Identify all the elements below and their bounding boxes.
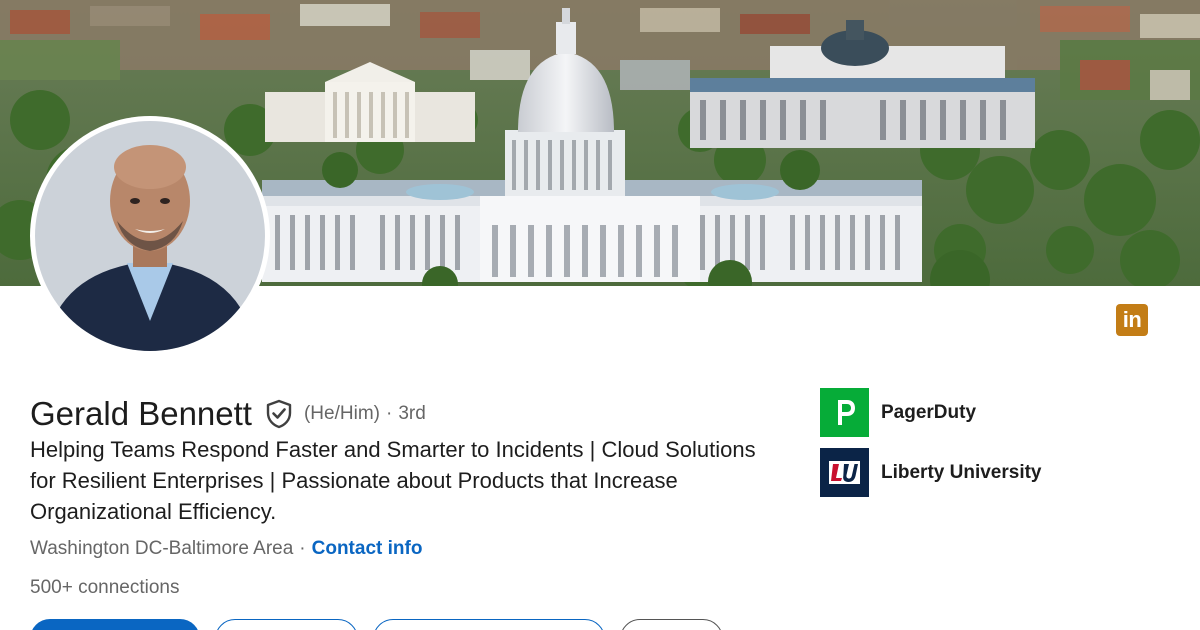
primary-action-button[interactable]	[30, 619, 200, 630]
experience-label: Liberty University	[881, 461, 1042, 483]
degree-separator: ·	[385, 403, 393, 424]
profile-name-row: Gerald Bennett (He/Him) · 3rd	[30, 392, 426, 436]
tertiary-action-button[interactable]	[373, 619, 605, 630]
verified-shield-icon[interactable]	[264, 398, 294, 430]
secondary-action-button[interactable]	[215, 619, 358, 630]
experience-item-pagerduty[interactable]: PagerDuty	[820, 388, 976, 437]
profile-photo[interactable]	[30, 116, 270, 356]
pronouns: (He/Him)	[303, 403, 380, 424]
location-separator: ·	[299, 538, 306, 559]
liberty-university-logo	[820, 448, 869, 497]
connections-count[interactable]: 500+ connections	[30, 577, 179, 599]
profile-headline: Helping Teams Respond Faster and Smarter…	[30, 437, 756, 524]
connection-degree: 3rd	[398, 403, 426, 424]
contact-info-link[interactable]: Contact info	[312, 538, 423, 559]
more-button[interactable]	[620, 619, 723, 630]
pagerduty-logo	[820, 388, 869, 437]
experience-item-liberty-university[interactable]: Liberty University	[820, 448, 1042, 497]
experience-label: PagerDuty	[881, 401, 977, 423]
profile-name: Gerald Bennett	[30, 395, 252, 432]
location-row: Washington DC-Baltimore Area · Contact inf…	[30, 538, 422, 560]
linkedin-icon[interactable]: in	[1116, 304, 1148, 336]
location: Washington DC-Baltimore Area	[30, 538, 294, 559]
